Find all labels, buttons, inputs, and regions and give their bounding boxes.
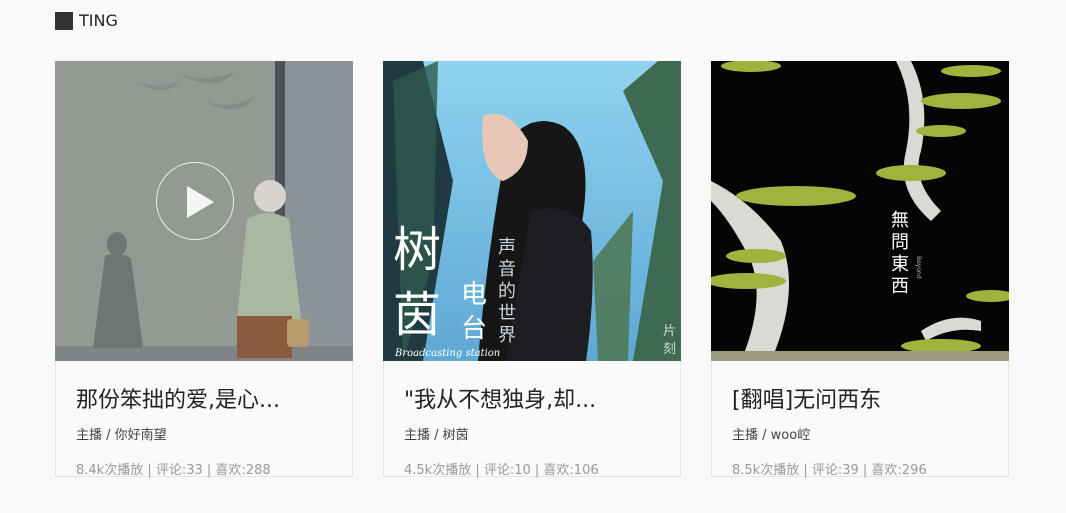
card-cover-image[interactable]: 無 問 東 西 Beyond <box>711 61 1009 361</box>
cover-illustration-2: 树 茵 电 台 声 音 的 世 界 Broadcasting station 片… <box>383 61 681 361</box>
play-icon <box>187 186 214 218</box>
cover-title-v3: 東 <box>891 254 909 275</box>
card-host[interactable]: 主播 / woo崆 <box>732 424 1008 443</box>
card-title[interactable]: "我从不想独身,却... <box>404 382 680 414</box>
card-host[interactable]: 主播 / 树茵 <box>404 424 680 443</box>
cover-text-v2: 音 <box>498 259 516 280</box>
card-title[interactable]: 那份笨拙的爱,是心... <box>76 382 352 414</box>
cover-text-mid-1: 电 <box>461 280 487 310</box>
play-button[interactable] <box>156 162 234 240</box>
cover-text-v1: 声 <box>498 237 516 258</box>
card-cover-image[interactable]: 树 茵 电 台 声 音 的 世 界 Broadcasting station 片… <box>383 61 681 361</box>
cover-illustration-3: 無 問 東 西 Beyond <box>711 61 1009 361</box>
section-square-icon <box>55 11 73 30</box>
radio-card-1[interactable]: 那份笨拙的爱,是心... 主播 / 你好南望 8.4k次播放 | 评论:33 |… <box>55 61 353 478</box>
cover-text-big-1: 树 <box>393 222 441 278</box>
card-list: 那份笨拙的爱,是心... 主播 / 你好南望 8.4k次播放 | 评论:33 |… <box>55 61 1009 478</box>
card-stats: 8.4k次播放 | 评论:33 | 喜欢:288 <box>76 463 271 478</box>
section-header: TING <box>55 11 118 30</box>
radio-card-3[interactable]: 無 問 東 西 Beyond [翻唱]无问西东 主播 / woo崆 8.5k次播… <box>711 61 1009 478</box>
radio-card-2[interactable]: 树 茵 电 台 声 音 的 世 界 Broadcasting station 片… <box>383 61 681 478</box>
cover-text-v5: 界 <box>498 325 516 346</box>
card-stats: 4.5k次播放 | 评论:10 | 喜欢:106 <box>404 463 599 478</box>
cover-small-text: Beyond <box>915 256 922 279</box>
card-cover-image[interactable] <box>55 61 353 361</box>
card-title[interactable]: [翻唱]无问西东 <box>732 382 1008 414</box>
card-stats: 8.5k次播放 | 评论:39 | 喜欢:296 <box>732 463 927 478</box>
cover-text-v3: 的 <box>498 281 516 302</box>
cover-text-corner-1: 片 <box>663 324 676 339</box>
cover-text-station: Broadcasting station <box>394 348 500 359</box>
section-title: TING <box>79 11 118 30</box>
cover-title-v2: 問 <box>891 232 909 253</box>
cover-title-v1: 無 <box>891 210 909 231</box>
cover-text-v4: 世 <box>498 303 516 324</box>
cover-text-corner-2: 刻 <box>663 342 676 357</box>
cover-text-big-2: 茵 <box>393 287 441 343</box>
cover-title-v4: 西 <box>891 276 909 297</box>
card-host[interactable]: 主播 / 你好南望 <box>76 424 352 443</box>
cover-text-mid-2: 台 <box>461 314 487 344</box>
